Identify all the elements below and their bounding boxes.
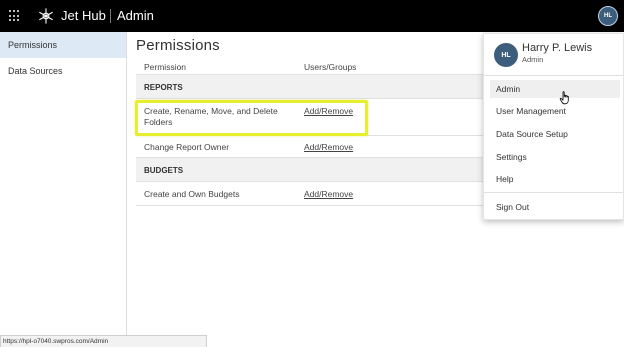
user-menu: HL Harry P. Lewis Admin Admin User Manag… <box>483 33 624 220</box>
menu-item-data-source-setup[interactable]: Data Source Setup <box>490 125 620 143</box>
hand-pointer-icon <box>559 91 569 105</box>
add-remove-link[interactable]: Add/Remove <box>304 142 353 152</box>
sidebar-item-permissions[interactable]: Permissions <box>0 32 126 58</box>
sidebar: Permissions Data Sources <box>0 32 127 347</box>
top-bar: Jet Hub Admin HL <box>0 0 624 32</box>
menu-divider <box>484 192 623 193</box>
page-title: Permissions <box>136 37 220 54</box>
user-role: Admin <box>522 55 544 64</box>
group-label: BUDGETS <box>144 166 184 175</box>
group-label: REPORTS <box>144 83 183 92</box>
app-title[interactable]: Jet Hub <box>61 8 106 23</box>
user-avatar-button[interactable]: HL <box>598 6 618 26</box>
highlight-annotation <box>135 100 368 136</box>
menu-item-admin[interactable]: Admin <box>490 80 620 98</box>
title-separator <box>110 9 111 23</box>
menu-item-sign-out[interactable]: Sign Out <box>490 198 620 216</box>
menu-avatar: HL <box>494 43 518 67</box>
menu-divider <box>484 75 623 76</box>
jet-hub-logo-icon <box>39 8 53 24</box>
menu-item-help[interactable]: Help <box>490 170 620 188</box>
sidebar-item-data-sources[interactable]: Data Sources <box>0 58 126 84</box>
user-name: Harry P. Lewis <box>522 42 593 54</box>
column-header-permission: Permission <box>144 62 187 72</box>
menu-item-settings[interactable]: Settings <box>490 148 620 166</box>
add-remove-link[interactable]: Add/Remove <box>304 189 353 199</box>
permission-name: Create and Own Budgets <box>144 189 240 199</box>
permission-name: Change Report Owner <box>144 142 230 152</box>
section-title: Admin <box>117 8 154 23</box>
column-header-users-groups: Users/Groups <box>304 62 357 72</box>
menu-item-user-management[interactable]: User Management <box>490 102 620 120</box>
app-launcher-icon[interactable] <box>9 10 21 22</box>
status-bar-url: https://hpl-o7040.swpros.com/Admin <box>0 335 207 347</box>
